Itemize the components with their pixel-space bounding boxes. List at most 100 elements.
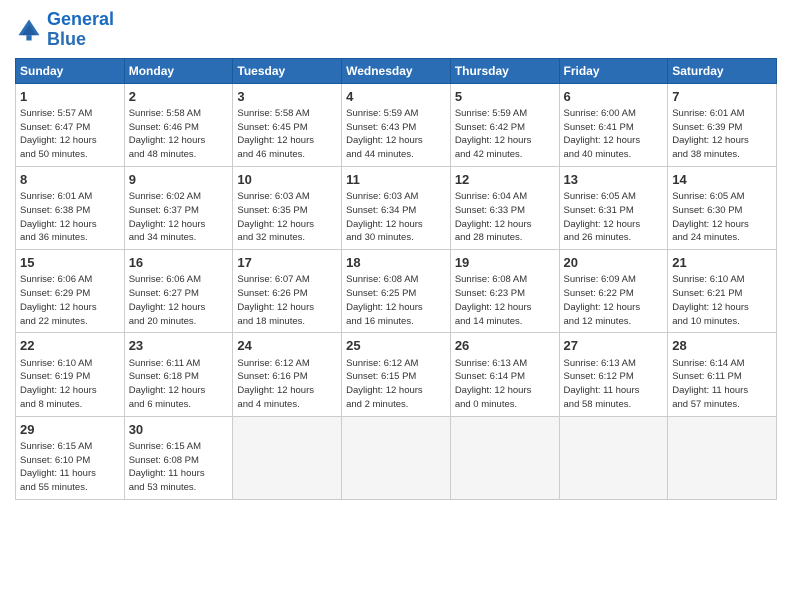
day-number: 10 bbox=[237, 171, 337, 189]
column-header-saturday: Saturday bbox=[668, 58, 777, 83]
day-number: 1 bbox=[20, 88, 120, 106]
day-number: 27 bbox=[564, 337, 664, 355]
calendar-cell: 25 Sunrise: 6:12 AMSunset: 6:15 PMDayligh… bbox=[342, 333, 451, 416]
calendar-cell: 6Sunrise: 6:00 AMSunset: 6:41 PMDaylight… bbox=[559, 83, 668, 166]
calendar-cell bbox=[450, 416, 559, 499]
page: General Blue SundayMondayTuesdayWednesda… bbox=[0, 0, 792, 612]
cell-info: Sunrise: 6:10 AMSunset: 6:21 PMDaylight:… bbox=[672, 273, 772, 328]
cell-info: Sunrise: 6:06 AMSunset: 6:29 PMDaylight:… bbox=[20, 273, 120, 328]
calendar-cell bbox=[233, 416, 342, 499]
calendar-cell: 12Sunrise: 6:04 AMSunset: 6:33 PMDayligh… bbox=[450, 166, 559, 249]
calendar-cell: 3Sunrise: 5:58 AMSunset: 6:45 PMDaylight… bbox=[233, 83, 342, 166]
day-number: 14 bbox=[672, 171, 772, 189]
cell-info: Sunrise: 5:59 AMSunset: 6:42 PMDaylight:… bbox=[455, 107, 555, 162]
day-number: 16 bbox=[129, 254, 229, 272]
calendar-cell: 18Sunrise: 6:08 AMSunset: 6:25 PMDayligh… bbox=[342, 250, 451, 333]
day-number: 3 bbox=[237, 88, 337, 106]
logo-icon bbox=[15, 16, 43, 44]
calendar-cell: 20Sunrise: 6:09 AMSunset: 6:22 PMDayligh… bbox=[559, 250, 668, 333]
day-number: 13 bbox=[564, 171, 664, 189]
cell-info: Sunrise: 6:05 AMSunset: 6:30 PMDaylight:… bbox=[672, 190, 772, 245]
calendar-cell: 13Sunrise: 6:05 AMSunset: 6:31 PMDayligh… bbox=[559, 166, 668, 249]
cell-info: Sunrise: 6:00 AMSunset: 6:41 PMDaylight:… bbox=[564, 107, 664, 162]
day-number: 20 bbox=[564, 254, 664, 272]
day-number: 6 bbox=[564, 88, 664, 106]
calendar-cell: 19Sunrise: 6:08 AMSunset: 6:23 PMDayligh… bbox=[450, 250, 559, 333]
cell-info: Sunrise: 6:09 AMSunset: 6:22 PMDaylight:… bbox=[564, 273, 664, 328]
calendar-cell: 30Sunrise: 6:15 AMSunset: 6:08 PMDayligh… bbox=[124, 416, 233, 499]
calendar-cell: 15Sunrise: 6:06 AMSunset: 6:29 PMDayligh… bbox=[16, 250, 125, 333]
calendar: SundayMondayTuesdayWednesdayThursdayFrid… bbox=[15, 58, 777, 500]
cell-info: Sunrise: 6:01 AMSunset: 6:38 PMDaylight:… bbox=[20, 190, 120, 245]
day-number: 7 bbox=[672, 88, 772, 106]
calendar-cell: 24Sunrise: 6:12 AMSunset: 6:16 PMDayligh… bbox=[233, 333, 342, 416]
header: General Blue bbox=[15, 10, 777, 50]
cell-info: Sunrise: 6:15 AMSunset: 6:10 PMDaylight:… bbox=[20, 440, 120, 495]
cell-info: Sunrise: 5:59 AMSunset: 6:43 PMDaylight:… bbox=[346, 107, 446, 162]
calendar-cell: 22 Sunrise: 6:10 AMSunset: 6:19 PMDayligh… bbox=[16, 333, 125, 416]
day-number: 8 bbox=[20, 171, 120, 189]
calendar-cell: 8Sunrise: 6:01 AMSunset: 6:38 PMDaylight… bbox=[16, 166, 125, 249]
day-number: 19 bbox=[455, 254, 555, 272]
calendar-cell: 16Sunrise: 6:06 AMSunset: 6:27 PMDayligh… bbox=[124, 250, 233, 333]
cell-info: Sunrise: 5:58 AMSunset: 6:45 PMDaylight:… bbox=[237, 107, 337, 162]
cell-info: Sunrise: 5:57 AMSunset: 6:47 PMDaylight:… bbox=[20, 107, 120, 162]
logo: General Blue bbox=[15, 10, 114, 50]
column-header-tuesday: Tuesday bbox=[233, 58, 342, 83]
day-number: 5 bbox=[455, 88, 555, 106]
calendar-cell: 2Sunrise: 5:58 AMSunset: 6:46 PMDaylight… bbox=[124, 83, 233, 166]
day-number: 29 bbox=[20, 421, 120, 439]
calendar-cell: 21Sunrise: 6:10 AMSunset: 6:21 PMDayligh… bbox=[668, 250, 777, 333]
day-number: 22 bbox=[20, 337, 120, 355]
cell-info: Sunrise: 5:58 AMSunset: 6:46 PMDaylight:… bbox=[129, 107, 229, 162]
calendar-cell bbox=[342, 416, 451, 499]
day-number: 15 bbox=[20, 254, 120, 272]
calendar-cell: 28 Sunrise: 6:14 AMSunset: 6:11 PMDayligh… bbox=[668, 333, 777, 416]
column-header-monday: Monday bbox=[124, 58, 233, 83]
day-number: 18 bbox=[346, 254, 446, 272]
day-number: 21 bbox=[672, 254, 772, 272]
logo-text: General Blue bbox=[47, 10, 114, 50]
cell-info: Sunrise: 6:14 AMSunset: 6:11 PMDaylight:… bbox=[672, 357, 772, 412]
column-header-friday: Friday bbox=[559, 58, 668, 83]
calendar-cell: 7Sunrise: 6:01 AMSunset: 6:39 PMDaylight… bbox=[668, 83, 777, 166]
day-number: 23 bbox=[129, 337, 229, 355]
cell-info: Sunrise: 6:08 AMSunset: 6:23 PMDaylight:… bbox=[455, 273, 555, 328]
cell-info: Sunrise: 6:15 AMSunset: 6:08 PMDaylight:… bbox=[129, 440, 229, 495]
calendar-cell: 27 Sunrise: 6:13 AMSunset: 6:12 PMDayligh… bbox=[559, 333, 668, 416]
cell-info: Sunrise: 6:02 AMSunset: 6:37 PMDaylight:… bbox=[129, 190, 229, 245]
cell-info: Sunrise: 6:03 AMSunset: 6:35 PMDaylight:… bbox=[237, 190, 337, 245]
cell-info: Sunrise: 6:04 AMSunset: 6:33 PMDaylight:… bbox=[455, 190, 555, 245]
cell-info: Sunrise: 6:12 AMSunset: 6:16 PMDaylight:… bbox=[237, 357, 337, 412]
calendar-cell: 1Sunrise: 5:57 AMSunset: 6:47 PMDaylight… bbox=[16, 83, 125, 166]
calendar-cell: 14Sunrise: 6:05 AMSunset: 6:30 PMDayligh… bbox=[668, 166, 777, 249]
day-number: 25 bbox=[346, 337, 446, 355]
cell-info: Sunrise: 6:06 AMSunset: 6:27 PMDaylight:… bbox=[129, 273, 229, 328]
column-header-sunday: Sunday bbox=[16, 58, 125, 83]
cell-info: Sunrise: 6:05 AMSunset: 6:31 PMDaylight:… bbox=[564, 190, 664, 245]
cell-info: Sunrise: 6:10 AMSunset: 6:19 PMDaylight:… bbox=[20, 357, 120, 412]
cell-info: Sunrise: 6:03 AMSunset: 6:34 PMDaylight:… bbox=[346, 190, 446, 245]
cell-info: Sunrise: 6:12 AMSunset: 6:15 PMDaylight:… bbox=[346, 357, 446, 412]
calendar-cell: 11Sunrise: 6:03 AMSunset: 6:34 PMDayligh… bbox=[342, 166, 451, 249]
cell-info: Sunrise: 6:07 AMSunset: 6:26 PMDaylight:… bbox=[237, 273, 337, 328]
cell-info: Sunrise: 6:13 AMSunset: 6:12 PMDaylight:… bbox=[564, 357, 664, 412]
day-number: 30 bbox=[129, 421, 229, 439]
calendar-cell: 17Sunrise: 6:07 AMSunset: 6:26 PMDayligh… bbox=[233, 250, 342, 333]
day-number: 11 bbox=[346, 171, 446, 189]
cell-info: Sunrise: 6:11 AMSunset: 6:18 PMDaylight:… bbox=[129, 357, 229, 412]
day-number: 28 bbox=[672, 337, 772, 355]
calendar-cell: 10Sunrise: 6:03 AMSunset: 6:35 PMDayligh… bbox=[233, 166, 342, 249]
cell-info: Sunrise: 6:13 AMSunset: 6:14 PMDaylight:… bbox=[455, 357, 555, 412]
day-number: 4 bbox=[346, 88, 446, 106]
calendar-header-row: SundayMondayTuesdayWednesdayThursdayFrid… bbox=[16, 58, 777, 83]
column-header-wednesday: Wednesday bbox=[342, 58, 451, 83]
calendar-cell: 26 Sunrise: 6:13 AMSunset: 6:14 PMDayligh… bbox=[450, 333, 559, 416]
day-number: 17 bbox=[237, 254, 337, 272]
day-number: 26 bbox=[455, 337, 555, 355]
column-header-thursday: Thursday bbox=[450, 58, 559, 83]
calendar-cell: 9Sunrise: 6:02 AMSunset: 6:37 PMDaylight… bbox=[124, 166, 233, 249]
cell-info: Sunrise: 6:08 AMSunset: 6:25 PMDaylight:… bbox=[346, 273, 446, 328]
cell-info: Sunrise: 6:01 AMSunset: 6:39 PMDaylight:… bbox=[672, 107, 772, 162]
day-number: 12 bbox=[455, 171, 555, 189]
